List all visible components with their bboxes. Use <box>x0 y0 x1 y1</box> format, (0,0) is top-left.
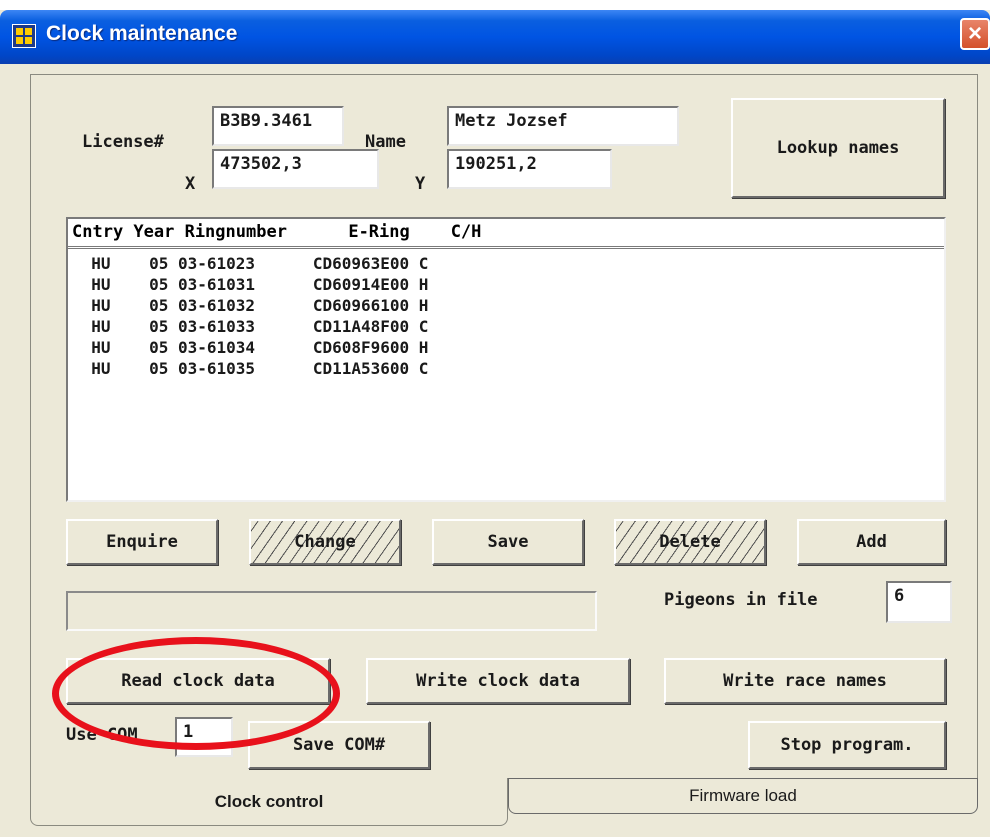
app-icon <box>12 24 36 48</box>
window-title: Clock maintenance <box>46 22 238 45</box>
y-label: Y <box>415 174 426 194</box>
change-button[interactable]: Change <box>249 519 401 565</box>
write-clock-data-button[interactable]: Write clock data <box>366 658 630 704</box>
delete-button[interactable]: Delete <box>614 519 766 565</box>
use-com-label: Use COM <box>66 725 138 745</box>
list-header: Cntry Year Ringnumber E-Ring C/H <box>68 219 944 249</box>
list-item[interactable]: HU 05 03-61032 CD60966100 H <box>68 295 944 316</box>
license-label: License# <box>82 132 164 152</box>
list-item[interactable]: HU 05 03-61031 CD60914E00 H <box>68 274 944 295</box>
save-com-button[interactable]: Save COM# <box>248 721 430 769</box>
y-coordinate-field[interactable]: 190251,2 <box>447 149 612 189</box>
tab-clock-control[interactable]: Clock control <box>30 778 508 826</box>
clock-maintenance-window: Clock maintenance × License# B3B9.3461 N… <box>0 10 990 837</box>
tab-firmware-load[interactable]: Firmware load <box>508 778 978 814</box>
lookup-names-button[interactable]: Lookup names <box>731 98 945 198</box>
list-rows: HU 05 03-61023 CD60963E00 C HU 05 03-610… <box>68 253 944 379</box>
save-button[interactable]: Save <box>432 519 584 565</box>
x-coordinate-field[interactable]: 473502,3 <box>212 149 379 189</box>
status-field <box>66 591 597 631</box>
enquire-button[interactable]: Enquire <box>66 519 218 565</box>
list-item[interactable]: HU 05 03-61035 CD11A53600 C <box>68 358 944 379</box>
list-item[interactable]: HU 05 03-61023 CD60963E00 C <box>68 253 944 274</box>
list-item[interactable]: HU 05 03-61033 CD11A48F00 C <box>68 316 944 337</box>
stop-program-button[interactable]: Stop program. <box>748 721 946 769</box>
close-button[interactable]: × <box>960 18 990 50</box>
license-field[interactable]: B3B9.3461 <box>212 106 344 146</box>
change-button-label: Change <box>294 532 356 552</box>
list-item[interactable]: HU 05 03-61034 CD608F9600 H <box>68 337 944 358</box>
title-bar[interactable]: Clock maintenance × <box>0 10 990 64</box>
x-label: X <box>185 174 196 194</box>
pigeons-count-field: 6 <box>886 581 952 623</box>
add-button[interactable]: Add <box>797 519 946 565</box>
pigeons-in-file-label: Pigeons in file <box>664 590 818 610</box>
pigeon-list[interactable]: Cntry Year Ringnumber E-Ring C/H HU 05 0… <box>66 217 946 502</box>
write-race-names-button[interactable]: Write race names <box>664 658 946 704</box>
com-port-field[interactable]: 1 <box>175 717 233 757</box>
name-field[interactable]: Metz Jozsef <box>447 106 679 146</box>
delete-button-label: Delete <box>659 532 721 552</box>
read-clock-data-button[interactable]: Read clock data <box>66 658 330 704</box>
